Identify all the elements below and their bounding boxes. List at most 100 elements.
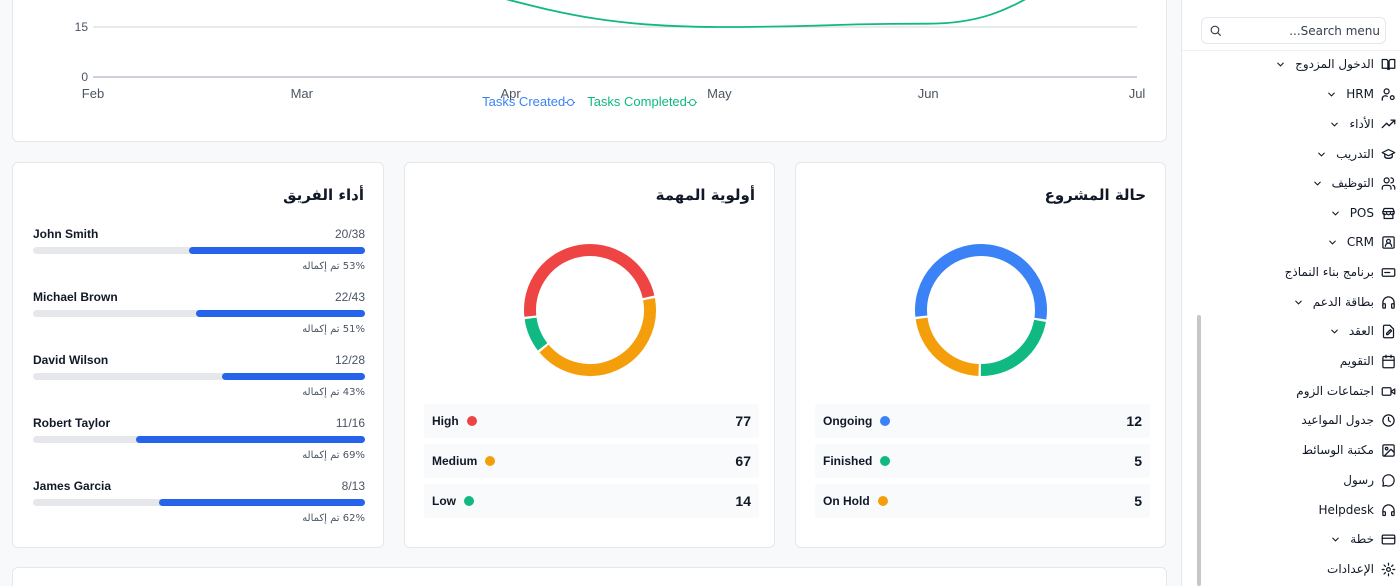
sidebar-item-1[interactable]: HRM — [1204, 84, 1396, 106]
member-name: David Wilson — [33, 353, 109, 367]
sidebar-item-6[interactable]: CRM — [1204, 232, 1396, 254]
project-status-card: حالة المشروع Ongoing 12 Finished 5 On Hold 5 — [795, 162, 1166, 548]
team-member-row: Michael Brown 22/43 51% تم إكماله — [33, 290, 365, 346]
stat-value: 5 — [1134, 453, 1142, 469]
sidebar-item-label: Helpdesk — [1318, 503, 1374, 517]
legend-item-tasks-created[interactable]: Tasks Created — [482, 94, 576, 109]
sidebar-item-4[interactable]: التوظيف — [1204, 173, 1396, 195]
sidebar-item-11[interactable]: اجتماعات الزوم — [1204, 381, 1396, 403]
donut-slice-high[interactable] — [524, 244, 655, 317]
sidebar-item-label: العقد — [1348, 324, 1374, 338]
legend-label: Tasks Completed — [587, 94, 687, 109]
team-member-row: David Wilson 12/28 43% تم إكماله — [33, 353, 365, 409]
member-progress-fill — [222, 373, 365, 380]
image-icon — [1382, 444, 1395, 457]
legend-marker-icon — [565, 98, 576, 107]
chevron-down-icon — [1332, 211, 1339, 216]
form-icon — [1381, 268, 1396, 277]
member-progress-track — [33, 499, 365, 506]
main-content: 0 15 Feb Mar Apr May Jun Jul Tasks Created Tasks… — [0, 0, 1181, 586]
headphones-icon — [1382, 296, 1395, 309]
donut-slice-finished[interactable] — [980, 319, 1046, 377]
sidebar-item-label: خطة — [1350, 532, 1374, 546]
book-icon — [1381, 58, 1396, 71]
legend-label: Tasks Created — [482, 94, 566, 109]
search-box[interactable] — [1201, 17, 1386, 44]
users-cog-icon — [1381, 88, 1395, 101]
sidebar: الدخول المزدوج HRM الأداء التدريب التوظيف POS… — [1181, 0, 1400, 586]
sidebar-item-label: جدول المواعيد — [1301, 413, 1374, 427]
sidebar-item-15[interactable]: Helpdesk — [1204, 500, 1396, 522]
stat-value: 12 — [1126, 413, 1142, 429]
task-priority-donut — [524, 244, 656, 376]
credit-card-icon — [1381, 534, 1396, 545]
member-progress-track — [33, 247, 365, 254]
message-icon — [1382, 474, 1395, 487]
stat-label: Low — [432, 494, 474, 508]
sidebar-item-label: POS — [1349, 206, 1374, 220]
member-completion-label: 62% تم إكماله — [302, 513, 365, 524]
sidebar-item-label: الدخول المزدوج — [1295, 57, 1374, 71]
donut-slice-medium[interactable] — [539, 298, 656, 376]
sidebar-divider — [1182, 50, 1400, 51]
sidebar-item-5[interactable]: POS — [1204, 203, 1396, 225]
trending-up-icon — [1381, 119, 1396, 129]
chart-legend: Tasks Created Tasks Completed — [13, 94, 1166, 109]
chevron-down-icon — [1331, 329, 1338, 334]
member-name: John Smith — [33, 227, 99, 241]
sidebar-item-3[interactable]: التدريب — [1204, 144, 1396, 166]
store-icon — [1382, 207, 1395, 220]
sidebar-item-14[interactable]: رسول — [1204, 470, 1396, 492]
member-progress-fill — [189, 247, 365, 254]
settings-icon — [1381, 562, 1396, 577]
chevron-down-icon — [1318, 152, 1325, 157]
legend-dot — [877, 496, 888, 506]
stat-row-on-hold: On Hold 5 — [815, 484, 1150, 518]
sidebar-item-label: برنامج بناء النماذج — [1284, 265, 1374, 279]
sidebar-item-label: CRM — [1346, 235, 1374, 249]
chevron-down-icon — [1331, 122, 1338, 127]
y-tick-label: 15 — [75, 20, 89, 34]
sidebar-item-10[interactable]: التقويم — [1204, 351, 1396, 373]
member-progress-track — [33, 373, 365, 380]
clock-icon — [1382, 414, 1395, 427]
sidebar-item-13[interactable]: مكتبة الوسائط — [1204, 440, 1396, 462]
sidebar-item-0[interactable]: الدخول المزدوج — [1204, 54, 1396, 76]
sidebar-item-label: التقويم — [1339, 354, 1374, 368]
y-tick-label: 0 — [81, 70, 88, 84]
search-input[interactable] — [1228, 21, 1380, 40]
legend-dot — [880, 416, 891, 426]
tasks-line-chart-card: 0 15 Feb Mar Apr May Jun Jul Tasks Created Tasks… — [12, 0, 1167, 142]
stat-row-finished: Finished 5 — [815, 444, 1150, 478]
task-priority-title: أولوية المهمة — [655, 186, 755, 204]
sidebar-item-12[interactable]: جدول المواعيد — [1204, 410, 1396, 432]
donut-slice-ongoing[interactable] — [915, 244, 1047, 320]
video-icon — [1381, 387, 1396, 396]
headset-icon — [1382, 504, 1395, 517]
sidebar-item-17[interactable]: الإعدادات — [1204, 559, 1396, 581]
chevron-down-icon — [1332, 537, 1339, 542]
tasks-line-chart: 015Feb Mar Apr May Jun Jul — [75, 0, 1145, 101]
sidebar-item-7[interactable]: برنامج بناء النماذج — [1204, 262, 1396, 284]
team-member-row: Robert Taylor 11/16 69% تم إكماله — [33, 416, 365, 472]
legend-item-tasks-completed[interactable]: Tasks Completed — [587, 94, 697, 109]
member-progress-track — [33, 310, 365, 317]
stat-label: Finished — [823, 454, 891, 468]
calendar-icon — [1382, 354, 1395, 369]
sidebar-scrollbar[interactable] — [1197, 315, 1201, 586]
member-progress-fill — [135, 436, 365, 443]
project-status-donut — [915, 244, 1047, 377]
stat-value: 5 — [1134, 493, 1142, 509]
team-member-row: James Garcia 8/13 62% تم إكماله — [33, 479, 365, 535]
donut-slice-low[interactable] — [524, 317, 548, 351]
search-icon — [1210, 25, 1221, 36]
chevron-down-icon — [1329, 240, 1336, 245]
stat-label: Medium — [432, 454, 496, 468]
donut-slice-on-hold[interactable] — [915, 317, 980, 376]
sidebar-item-9[interactable]: العقد — [1204, 321, 1396, 343]
sidebar-item-8[interactable]: بطاقة الدعم — [1204, 292, 1396, 314]
sidebar-item-label: الإعدادات — [1327, 562, 1374, 576]
chevron-down-icon — [1295, 300, 1302, 305]
sidebar-item-16[interactable]: خطة — [1204, 529, 1396, 551]
sidebar-item-2[interactable]: الأداء — [1204, 114, 1396, 136]
